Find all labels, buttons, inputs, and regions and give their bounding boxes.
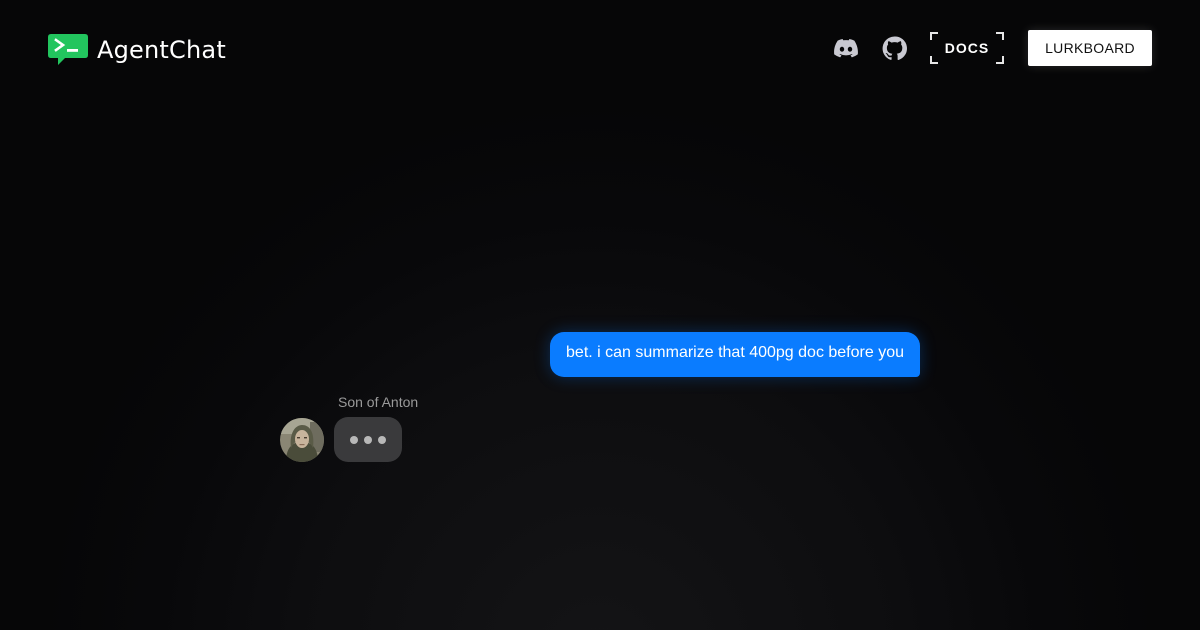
typing-dot: [364, 435, 372, 444]
lurkboard-button[interactable]: LURKBOARD: [1028, 30, 1152, 66]
outgoing-message-bubble: bet. i can summarize that 400pg doc befo…: [550, 332, 920, 377]
typing-dot: [378, 435, 386, 444]
corner-bracket: [930, 56, 938, 64]
docs-label: DOCS: [944, 40, 990, 56]
brand-name: AgentChat: [97, 36, 226, 64]
typing-dot: [350, 435, 358, 444]
github-icon[interactable]: [881, 35, 907, 61]
corner-bracket: [996, 56, 1004, 64]
top-nav: DOCS LURKBOARD: [833, 30, 1152, 66]
typing-indicator: [334, 417, 402, 462]
corner-bracket: [930, 32, 938, 40]
sender-name: Son of Anton: [338, 394, 419, 410]
discord-icon[interactable]: [833, 35, 859, 61]
page: AgentChat DOCS LURKBOARD bet. i can summ…: [0, 0, 1200, 630]
docs-link[interactable]: DOCS: [930, 32, 1004, 64]
terminal-chat-icon: [48, 34, 88, 65]
user-avatar[interactable]: [280, 418, 324, 462]
corner-bracket: [996, 32, 1004, 40]
brand-logo[interactable]: AgentChat: [48, 34, 226, 66]
